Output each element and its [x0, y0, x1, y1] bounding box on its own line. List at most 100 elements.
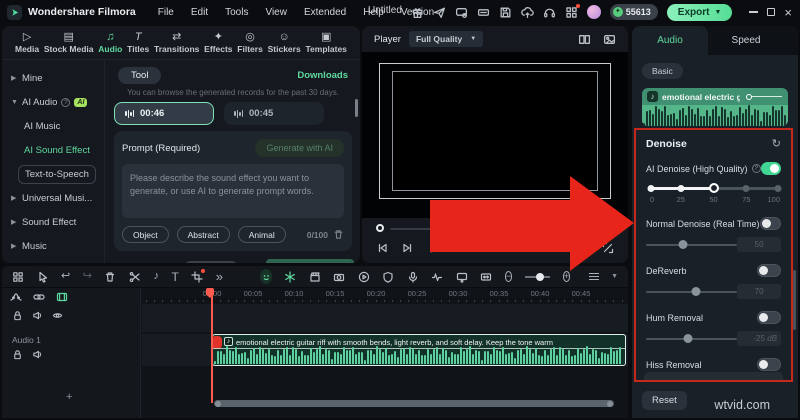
next-frame-button[interactable]	[402, 242, 414, 254]
mute-track-icon[interactable]	[32, 310, 43, 321]
tag-animal[interactable]: Animal	[238, 226, 286, 243]
restore-button[interactable]	[767, 8, 775, 16]
audio-clip[interactable]: ♪ emotional electric guitar riff with sm…	[212, 334, 626, 366]
scrubber-handle[interactable]	[376, 224, 384, 232]
tab-audio[interactable]: ♫Audio	[98, 32, 122, 54]
reset-button[interactable]: Reset	[642, 391, 687, 410]
media-grid-icon[interactable]	[12, 271, 24, 283]
tab-media[interactable]: ▷Media	[15, 32, 39, 54]
voiceover-mic-icon[interactable]	[407, 271, 419, 283]
lock-track-icon[interactable]	[12, 349, 23, 360]
sidebar-item-ai-audio[interactable]: ▼AI Audio?AI	[2, 90, 104, 114]
split-view-icon[interactable]	[578, 33, 591, 46]
sidebar-item-sound-effect[interactable]: ▶Sound Effect	[2, 210, 104, 234]
share-icon[interactable]	[433, 6, 446, 19]
gift-icon[interactable]	[411, 6, 424, 19]
generate-with-ai-button[interactable]: Generate with AI	[255, 139, 344, 157]
normal-denoise-slider[interactable]	[646, 240, 737, 250]
quality-dropdown[interactable]: Full Quality▼	[409, 31, 483, 47]
downloads-link[interactable]: Downloads	[297, 70, 348, 81]
video-track[interactable]	[142, 304, 628, 332]
tab-audio-properties[interactable]: Audio	[632, 26, 708, 55]
text-tool-icon[interactable]: T	[171, 271, 178, 283]
crop-icon[interactable]	[191, 271, 203, 283]
ai-denoise-slider[interactable]	[648, 182, 779, 194]
dereverb-value[interactable]: 70	[737, 284, 781, 299]
help-icon[interactable]: ?	[752, 164, 761, 173]
sidebar-item-mine[interactable]: ▶Mine	[2, 66, 104, 90]
menu-file[interactable]: File	[158, 7, 174, 18]
hum-removal-toggle[interactable]	[757, 311, 781, 324]
normal-denoise-toggle[interactable]	[760, 217, 781, 230]
clapper-icon[interactable]	[309, 271, 321, 283]
hum-removal-slider[interactable]	[646, 334, 737, 344]
camera-icon[interactable]	[333, 271, 345, 283]
audio-tool-icon[interactable]: ♪	[153, 271, 159, 282]
previous-frame-button[interactable]	[376, 242, 388, 254]
properties-scrollbar[interactable]	[793, 270, 796, 330]
add-track-button[interactable]: +	[66, 391, 72, 403]
tab-stock-media[interactable]: ▤Stock Media	[44, 32, 94, 54]
dereverb-toggle[interactable]	[757, 264, 781, 277]
hiss-removal-toggle[interactable]	[757, 358, 781, 371]
hide-track-icon[interactable]	[52, 310, 63, 321]
clip-volume-slider[interactable]	[746, 94, 782, 100]
help-icon[interactable]: ?	[61, 98, 70, 107]
toolbar-panel-icon[interactable]	[477, 6, 490, 19]
snapshot-icon[interactable]	[603, 33, 616, 46]
generated-clip-1[interactable]: 00:46	[114, 102, 214, 125]
shield-icon[interactable]	[382, 271, 394, 283]
sidebar-item-ai-music[interactable]: AI Music	[2, 114, 104, 138]
undo-icon[interactable]: ↩	[61, 271, 70, 282]
link-clips-icon[interactable]	[33, 291, 45, 303]
tab-stickers[interactable]: ☺Stickers	[268, 32, 301, 54]
smart-cutout-icon[interactable]	[260, 269, 272, 284]
tag-abstract[interactable]: Abstract	[177, 226, 230, 243]
mute-track-icon[interactable]	[32, 349, 43, 360]
tab-filters[interactable]: ◎Filters	[237, 32, 263, 54]
minimize-button[interactable]	[749, 11, 758, 13]
tab-speed[interactable]: Speed	[708, 26, 784, 55]
normal-denoise-value[interactable]: 50	[737, 237, 781, 252]
generate-button[interactable]: Generate ✦ 30	[266, 259, 355, 263]
support-icon[interactable]	[543, 6, 556, 19]
feedback-icon[interactable]	[455, 6, 468, 19]
tab-transitions[interactable]: ⇄Transitions	[154, 32, 199, 54]
playhead[interactable]	[211, 288, 213, 403]
denoise-reset-icon[interactable]: ↻	[772, 139, 781, 149]
menu-extended[interactable]: Extended	[304, 7, 346, 18]
tag-object[interactable]: Object	[122, 226, 169, 243]
timeline-scrollbar[interactable]	[214, 400, 614, 407]
credits-pill[interactable]: ✦ 55613+	[183, 261, 239, 264]
split-scissors-icon[interactable]	[129, 271, 141, 283]
ai-denoise-toggle[interactable]	[761, 162, 781, 175]
menu-edit[interactable]: Edit	[191, 7, 208, 18]
tool-tab[interactable]: Tool	[118, 67, 161, 84]
lock-track-icon[interactable]	[12, 310, 23, 321]
tab-effects[interactable]: ✦Effects	[204, 32, 232, 54]
save-icon[interactable]	[499, 6, 512, 19]
trash-icon[interactable]	[333, 229, 344, 240]
film-track-icon[interactable]	[56, 291, 68, 303]
sidebar-item-universal-music[interactable]: ▶Universal Musi...	[2, 186, 104, 210]
cloud-upload-icon[interactable]	[521, 6, 534, 19]
tab-templates[interactable]: ▣Templates	[306, 32, 347, 54]
selected-audio-card[interactable]: ♪ emotional electric g...	[642, 88, 788, 126]
export-button[interactable]: Export▼	[667, 4, 733, 21]
credits-balance[interactable]: ✦ 55613	[610, 4, 658, 20]
timeline-ruler[interactable]: 00:0000:0500:1000:1500:2000:2500:3000:35…	[142, 288, 628, 303]
apps-grid-icon[interactable]	[565, 6, 578, 19]
more-tools-icon[interactable]: »	[216, 270, 223, 283]
panel-scrollbar[interactable]	[355, 99, 359, 117]
sidebar-item-ai-sound-effect[interactable]: AI Sound Effect	[2, 138, 104, 162]
slider-handle[interactable]	[709, 183, 719, 193]
select-cursor-icon[interactable]	[37, 271, 49, 283]
keyframe-icon[interactable]	[10, 291, 22, 303]
hum-removal-value[interactable]: -25dB	[737, 331, 781, 346]
basic-pill[interactable]: Basic	[642, 63, 683, 79]
sidebar-item-text-to-speech[interactable]: Text-to-Speech	[2, 162, 104, 186]
generated-clip-2[interactable]: 00:45	[224, 102, 324, 125]
dereverb-slider[interactable]	[646, 287, 737, 297]
close-button[interactable]: ×	[784, 6, 792, 19]
menu-view[interactable]: View	[265, 7, 287, 18]
